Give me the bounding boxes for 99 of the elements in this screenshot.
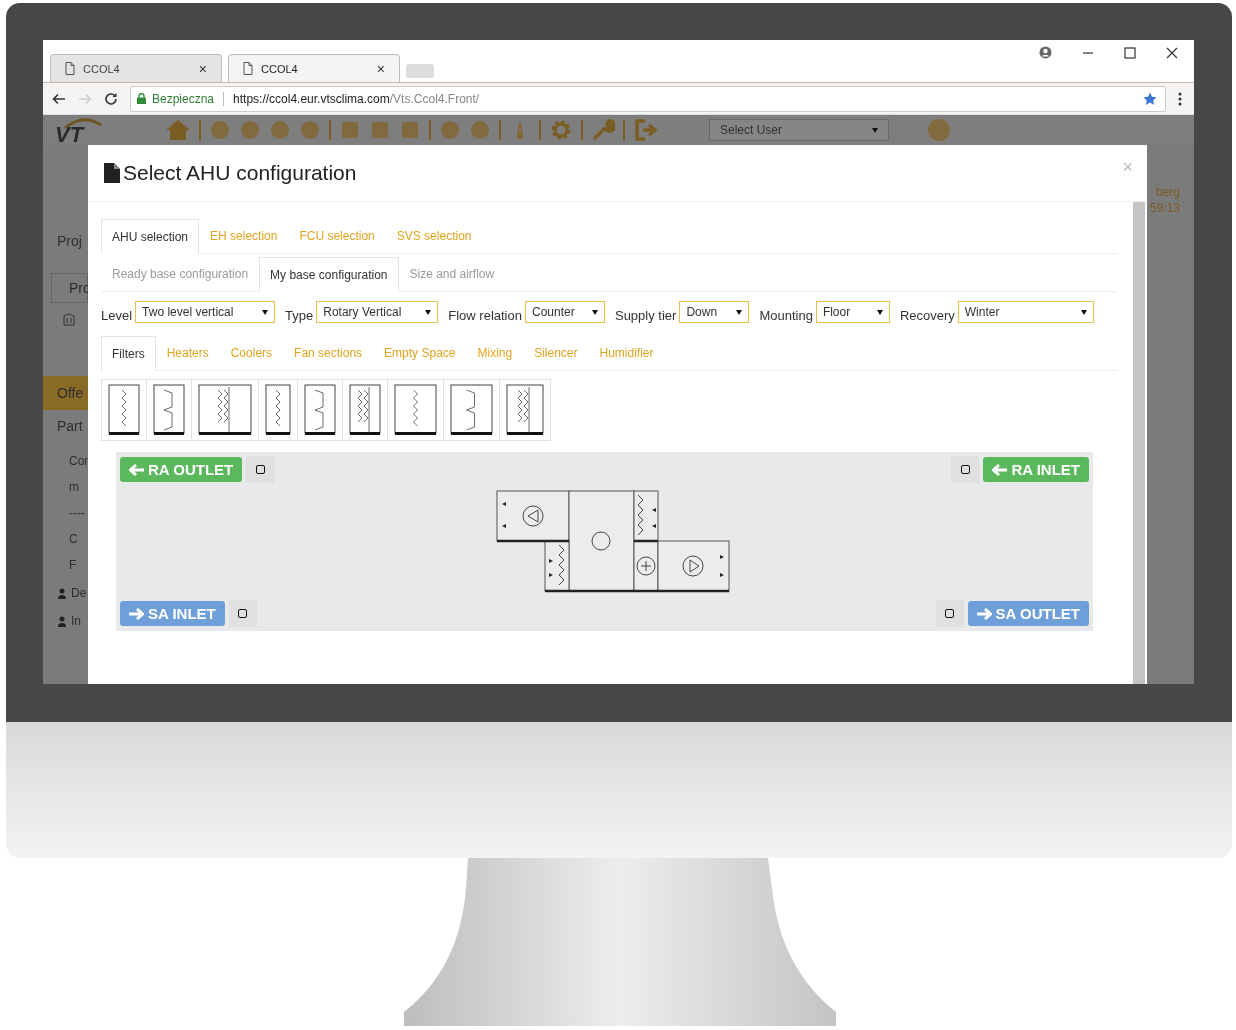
tab[interactable]: Filters [101,336,156,371]
dropdown[interactable]: Floor [815,301,890,323]
tab-close-button[interactable]: × [376,60,385,77]
logo: VT [53,115,103,145]
caret-icon [591,309,598,315]
address-bar[interactable]: Bezpieczna https://ccol4.eur.vtsclima.com/Vts.Ccol4.Front/ [130,85,1166,112]
field-label: Supply tier [614,307,677,323]
field-label: Type [285,307,314,323]
palette-item[interactable] [443,379,500,441]
filter-section-icon [394,384,437,436]
arrow-right-icon [129,607,144,620]
building-icon [63,313,75,326]
tab[interactable]: Mixing [466,335,524,370]
header-text: berg [1155,185,1180,199]
filter-section-icon [108,384,140,436]
field-label: Level [101,307,133,323]
palette-item[interactable] [342,379,388,441]
sidebar-text: In [71,614,81,628]
document-icon [104,163,120,183]
port-button[interactable]: SA OUTLET [967,601,1089,626]
toggle-button[interactable] [228,600,257,627]
security-label: Bezpieczna [152,91,215,106]
arrow-right-icon [976,607,992,620]
profile-icon[interactable] [1039,46,1052,59]
tab[interactable]: Empty Space [373,335,467,370]
menu-icon[interactable] [1178,91,1182,106]
tab[interactable]: Humidifier [588,335,665,370]
toggle-button[interactable] [935,600,964,627]
arrow-left-icon [992,463,1008,476]
maximize-icon[interactable] [1124,46,1136,59]
dropdown[interactable]: Winter [957,301,1094,323]
tab[interactable]: Coolers [219,335,284,370]
sidebar-text: F [69,558,77,572]
document-icon [243,62,253,75]
tab[interactable]: FCU selection [288,218,386,253]
palette-item[interactable] [297,379,343,441]
lock-icon [137,93,146,104]
caret-icon [876,309,883,315]
palette-item[interactable] [146,379,192,441]
filter-section-icon [450,384,493,436]
header-text: 59:13 [1149,201,1180,215]
tab[interactable]: Fan sections [283,335,374,370]
toggle-button[interactable] [951,456,980,483]
port-button[interactable]: RA OUTLET [120,457,243,482]
sidebar-text: m [69,480,79,494]
url-text: https://ccol4.eur.vtsclima.com/Vts.Ccol4.Front/ [233,91,480,106]
caret-icon [262,309,269,315]
field-label: Flow relation [448,307,522,323]
caret-icon [425,309,432,315]
caret-icon [1080,309,1087,315]
tab[interactable]: My base configuration [259,257,399,292]
port-button[interactable]: RA INLET [983,457,1089,482]
person-icon [57,587,67,599]
browser-tab[interactable]: CCOL4 × [228,54,400,82]
sidebar-item[interactable]: Offe [43,376,88,410]
arrow-left-icon [129,463,144,476]
palette-item[interactable] [258,379,298,441]
tab-close-button[interactable]: × [198,60,207,77]
tab[interactable]: Heaters [155,335,220,370]
sidebar-text: De [71,586,87,600]
field-label: Mounting [759,307,813,323]
close-icon[interactable] [1166,46,1178,59]
dialog-title: Select AHU configuration [123,161,357,185]
sidebar-text: ---- [69,506,85,520]
tab[interactable]: Silencer [523,335,589,370]
dropdown[interactable]: Counter [524,301,605,323]
browser-tab[interactable]: CCOL4 × [50,54,222,82]
caret-icon [872,127,878,133]
tab[interactable]: EH selection [199,218,289,253]
palette-item[interactable] [101,379,147,441]
back-arrow-icon[interactable] [52,92,66,105]
palette-item[interactable] [387,379,444,441]
close-button[interactable]: × [1122,157,1133,178]
filter-section-icon [153,384,185,436]
tab[interactable]: SVS selection [385,218,483,253]
document-icon [65,62,75,75]
palette-item[interactable] [499,379,551,441]
filter-section-icon [265,384,291,436]
caret-icon [736,309,743,315]
star-icon[interactable] [1143,91,1157,106]
filter-section-icon [198,384,252,436]
reload-icon[interactable] [104,91,118,106]
port-button[interactable]: SA INLET [120,601,225,626]
filter-section-icon [304,384,336,436]
sidebar-item[interactable]: Proj [43,225,88,257]
palette-item[interactable] [191,379,259,441]
sidebar-text: C [69,532,78,546]
filter-section-icon [506,384,544,436]
dropdown[interactable]: Two level vertical [135,301,276,323]
people-icon [57,615,67,627]
field-label: Recovery [899,307,955,323]
user-select[interactable]: Select User [709,119,889,141]
dropdown[interactable]: Rotary Vertical [316,301,439,323]
filter-section-icon [349,384,381,436]
sidebar-item[interactable]: Part [43,410,88,442]
toggle-button[interactable] [246,456,275,483]
dropdown[interactable]: Down [679,301,750,323]
tab[interactable]: AHU selection [101,219,200,254]
scrollbar[interactable] [1133,202,1145,684]
